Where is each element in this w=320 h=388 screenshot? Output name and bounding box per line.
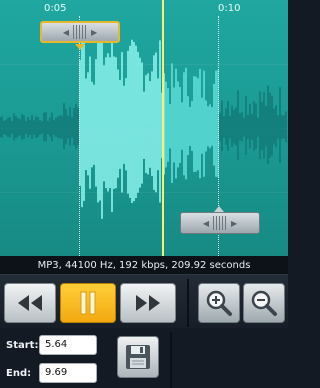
grip-icon bbox=[213, 216, 227, 230]
audio-info-bar: MP3, 44100 Hz, 192 kbps, 209.92 seconds bbox=[0, 256, 288, 274]
start-marker-handle[interactable]: ◀ ▶ bbox=[40, 21, 120, 43]
pause-button[interactable] bbox=[60, 283, 116, 323]
zoom-in-button[interactable] bbox=[198, 283, 240, 323]
start-marker-pin bbox=[75, 44, 85, 50]
controls-divider bbox=[187, 279, 189, 327]
fast-forward-icon bbox=[136, 295, 160, 311]
selection-panel: Start: 5.64 End: 9.69 bbox=[0, 328, 288, 388]
zoom-in-icon bbox=[206, 290, 232, 316]
save-button[interactable] bbox=[117, 336, 159, 378]
audio-info-text: MP3, 44100 Hz, 192 kbps, 209.92 seconds bbox=[37, 259, 251, 271]
grip-icon bbox=[73, 25, 87, 39]
playback-controls bbox=[0, 274, 288, 328]
waveform-view[interactable]: 0:05 0:10 ◀ ▶ ◀ ▶ bbox=[0, 0, 288, 256]
end-marker-handle[interactable]: ◀ ▶ bbox=[180, 212, 260, 234]
playback-cursor[interactable] bbox=[162, 0, 164, 256]
chevron-right-icon: ▶ bbox=[231, 218, 238, 228]
chevron-left-icon: ◀ bbox=[202, 218, 209, 228]
zoom-out-button[interactable] bbox=[243, 283, 285, 323]
save-icon bbox=[126, 345, 150, 369]
rewind-icon bbox=[18, 295, 42, 311]
bottom-divider bbox=[170, 332, 172, 388]
selection-start-line bbox=[79, 16, 80, 256]
pause-icon bbox=[80, 291, 96, 315]
end-time-field[interactable]: 9.69 bbox=[39, 363, 97, 383]
zoom-out-icon bbox=[251, 290, 277, 316]
tick-label-end: 0:10 bbox=[218, 3, 241, 14]
start-label: Start: bbox=[6, 340, 39, 351]
chevron-left-icon: ◀ bbox=[62, 27, 69, 37]
fast-forward-button[interactable] bbox=[120, 283, 176, 323]
rewind-button[interactable] bbox=[4, 283, 56, 323]
end-label: End: bbox=[6, 368, 32, 379]
tick-label-start: 0:05 bbox=[44, 3, 67, 14]
end-marker-pin bbox=[214, 206, 224, 212]
start-time-field[interactable]: 5.64 bbox=[39, 335, 97, 355]
chevron-right-icon: ▶ bbox=[91, 27, 98, 37]
timeline-ruler: 0:05 0:10 bbox=[0, 0, 288, 18]
